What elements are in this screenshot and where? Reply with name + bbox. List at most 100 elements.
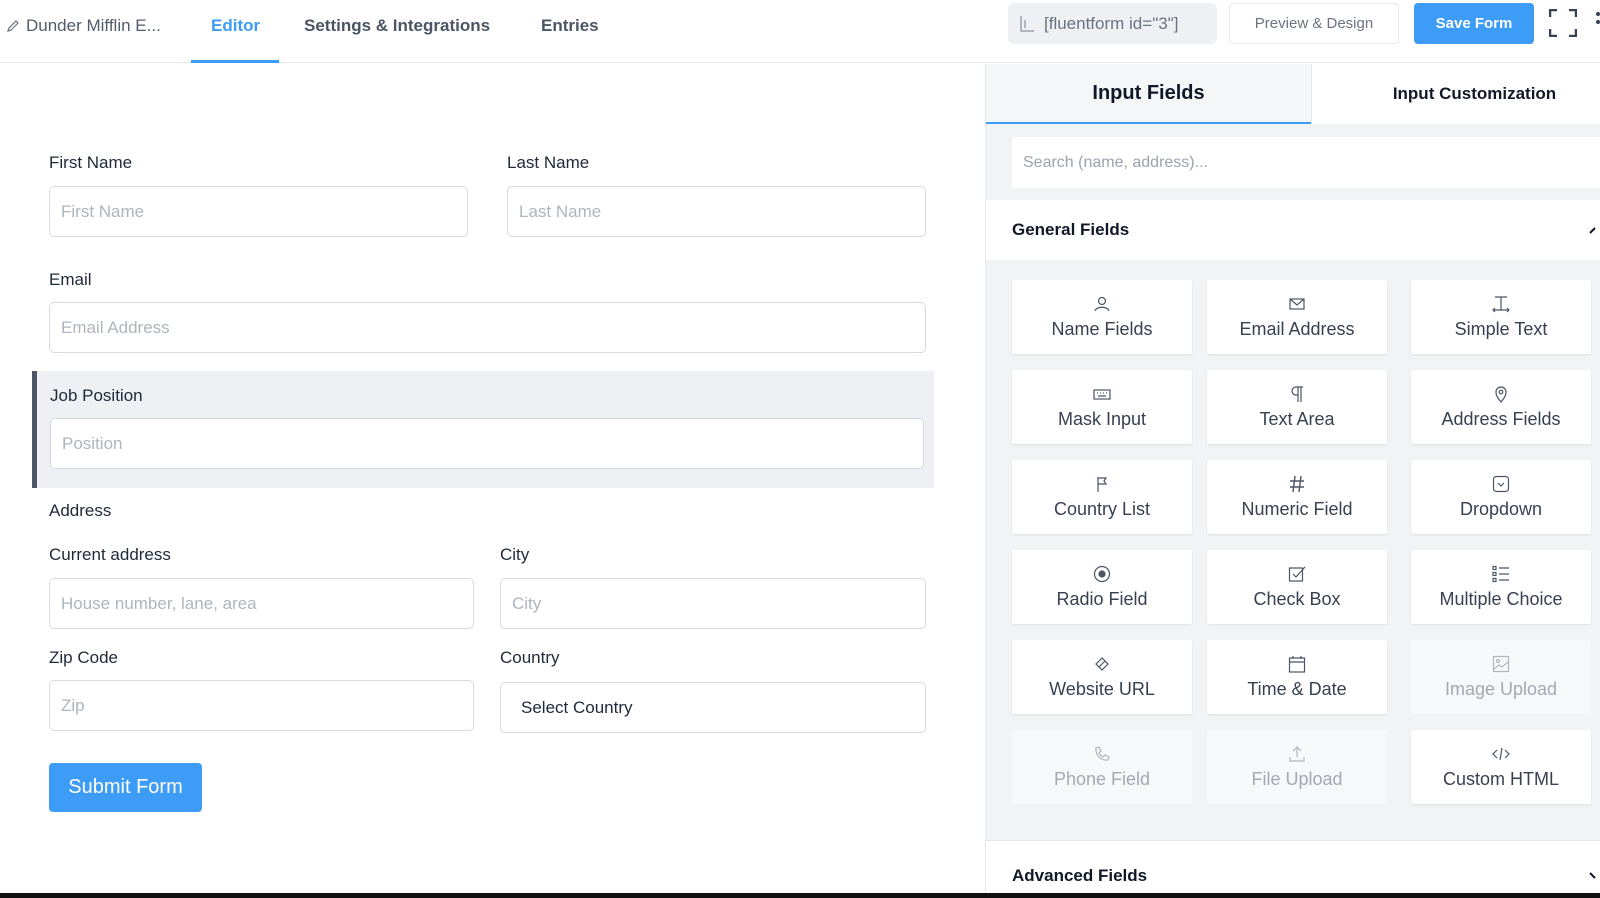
field-card-name-fields[interactable]: Name Fields (1012, 280, 1192, 354)
country-label: Country (500, 648, 560, 667)
upload-icon (1288, 745, 1306, 763)
tab-settings-integrations[interactable]: Settings & Integrations (304, 16, 490, 36)
field-card-mask-input[interactable]: Mask Input (1012, 370, 1192, 444)
more-menu-icon[interactable] (1592, 10, 1600, 36)
text-cursor-icon (1492, 295, 1510, 313)
shortcode-text: [fluentform id="3"] (1044, 13, 1179, 33)
copy-icon (1020, 15, 1034, 32)
field-card-radio-field[interactable]: Radio Field (1012, 550, 1192, 624)
zip-code-placeholder: Zip (61, 695, 85, 715)
field-card-label: Mask Input (1057, 408, 1147, 429)
preview-design-button[interactable]: Preview & Design (1229, 3, 1399, 44)
job-position-input[interactable]: Position (50, 418, 924, 469)
field-card-image-upload[interactable]: Image Upload (1411, 640, 1591, 714)
field-card-label: Custom HTML (1442, 768, 1559, 789)
general-fields-header[interactable]: General Fields (986, 200, 1600, 260)
field-card-label: Email Address (1239, 318, 1355, 339)
address-section-title: Address (49, 501, 112, 520)
tab-entries[interactable]: Entries (541, 16, 599, 36)
keyboard-icon (1093, 385, 1111, 403)
current-address-placeholder: House number, lane, area (61, 593, 257, 613)
field-card-label: Name Fields (1051, 318, 1153, 339)
advanced-fields-title: Advanced Fields (1012, 866, 1148, 885)
last-name-label: Last Name (507, 153, 590, 172)
first-name-label: First Name (49, 153, 133, 172)
zip-code-label: Zip Code (49, 648, 118, 667)
country-select[interactable]: Select Country (500, 682, 926, 733)
flag-icon (1093, 475, 1111, 493)
link-icon (1093, 655, 1111, 673)
phone-icon (1093, 745, 1111, 763)
list-icon (1492, 565, 1510, 583)
field-card-label: Simple Text (1454, 318, 1548, 339)
field-card-text-area[interactable]: Text Area (1207, 370, 1387, 444)
tab-input-fields[interactable]: Input Fields (986, 64, 1311, 124)
field-card-simple-text[interactable]: Simple Text (1411, 280, 1591, 354)
envelope-icon (1288, 295, 1306, 313)
field-card-label: Text Area (1259, 408, 1335, 429)
city-input[interactable]: City (500, 578, 926, 629)
code-icon (1492, 745, 1510, 763)
form-name-label: Dunder Mifflin E... (26, 16, 161, 35)
paragraph-icon (1288, 385, 1306, 403)
first-name-input[interactable]: First Name (49, 186, 468, 237)
field-card-check-box[interactable]: Check Box (1207, 550, 1387, 624)
job-position-label: Job Position (50, 386, 143, 405)
current-address-input[interactable]: House number, lane, area (49, 578, 474, 629)
user-icon (1093, 295, 1111, 313)
city-label: City (500, 545, 530, 564)
field-card-multiple-choice[interactable]: Multiple Choice (1411, 550, 1591, 624)
field-card-email-address[interactable]: Email Address (1207, 280, 1387, 354)
form-name[interactable]: Dunder Mifflin E... (6, 16, 161, 36)
field-card-country-list[interactable]: Country List (1012, 460, 1192, 534)
advanced-fields-header[interactable]: Advanced Fields (986, 840, 1600, 893)
field-card-file-upload[interactable]: File Upload (1207, 730, 1387, 804)
save-form-button[interactable]: Save Form (1414, 3, 1534, 44)
field-card-label: Phone Field (1053, 768, 1151, 789)
chevron-up-icon (1589, 227, 1596, 234)
last-name-placeholder: Last Name (519, 201, 602, 221)
last-name-input[interactable]: Last Name (507, 186, 926, 237)
field-card-time-date[interactable]: Time & Date (1207, 640, 1387, 714)
fullscreen-icon[interactable] (1549, 9, 1577, 37)
general-fields-grid: Name Fields Email Address Simple Text Mask … (986, 260, 1600, 840)
field-card-address-fields[interactable]: Address Fields (1411, 370, 1591, 444)
field-card-label: File Upload (1251, 768, 1343, 789)
bottom-edge (0, 893, 1600, 898)
calendar-icon (1288, 655, 1306, 673)
field-card-label: Multiple Choice (1439, 588, 1563, 609)
map-pin-icon (1492, 385, 1510, 403)
field-card-custom-html[interactable]: Custom HTML (1411, 730, 1591, 804)
dropdown-icon (1492, 475, 1510, 493)
city-placeholder: City (512, 593, 542, 613)
field-card-dropdown[interactable]: Dropdown (1411, 460, 1591, 534)
top-bar: Dunder Mifflin E... Editor Settings & In… (0, 0, 1600, 63)
country-select-value: Select Country (521, 697, 633, 717)
general-fields-title: General Fields (1012, 220, 1130, 239)
field-card-label: Country List (1053, 498, 1151, 519)
field-card-phone-field[interactable]: Phone Field (1012, 730, 1192, 804)
radio-icon (1093, 565, 1111, 583)
field-card-numeric-field[interactable]: Numeric Field (1207, 460, 1387, 534)
field-search-input[interactable]: Search (name, address)... (1012, 137, 1600, 188)
checkbox-icon (1288, 565, 1306, 583)
field-card-label: Address Fields (1441, 408, 1561, 429)
tab-editor[interactable]: Editor (211, 16, 260, 36)
submit-form-button[interactable]: Submit Form (49, 763, 202, 812)
zip-code-input[interactable]: Zip (49, 680, 474, 731)
field-panel: Input Fields Input Customization Search … (985, 64, 1600, 893)
image-icon (1492, 655, 1510, 673)
email-label: Email (49, 270, 92, 289)
active-tab-indicator (191, 60, 279, 63)
hash-icon (1288, 475, 1306, 493)
field-card-website-url[interactable]: Website URL (1012, 640, 1192, 714)
field-search-placeholder: Search (name, address)... (1023, 153, 1208, 171)
job-position-placeholder: Position (62, 433, 123, 453)
email-input[interactable]: Email Address (49, 302, 926, 353)
field-card-label: Image Upload (1444, 678, 1558, 699)
tab-input-customization[interactable]: Input Customization (1311, 64, 1600, 124)
field-card-label: Time & Date (1247, 678, 1347, 699)
shortcode-copy[interactable]: [fluentform id="3"] (1008, 3, 1217, 44)
field-card-label: Radio Field (1056, 588, 1148, 609)
field-card-label: Dropdown (1459, 498, 1543, 519)
